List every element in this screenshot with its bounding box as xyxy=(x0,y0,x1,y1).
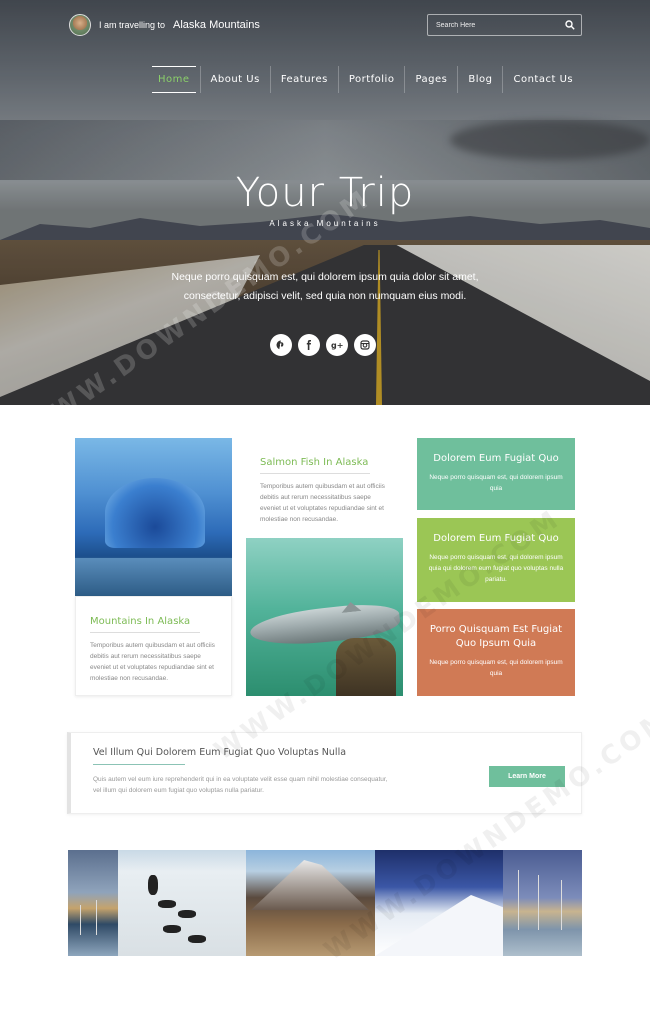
gallery-image-sled-dogs[interactable] xyxy=(118,850,246,956)
brand[interactable]: I am travelling to Alaska Mountains xyxy=(69,14,260,36)
feature-panel-3[interactable]: Porro Quisquam Est Fugiat Quo Ipsum Quia… xyxy=(417,609,575,696)
instagram-icon[interactable] xyxy=(354,334,376,356)
salmon-card: Salmon Fish In Alaska Temporibus autem q… xyxy=(246,438,403,538)
dog-shape xyxy=(158,900,176,908)
nav-item-contact-us[interactable]: Contact Us xyxy=(503,66,583,93)
brand-destination: Alaska Mountains xyxy=(173,19,260,31)
musher-shape xyxy=(148,875,158,895)
mountains-card-text: Temporibus autem quibusdam et aut offici… xyxy=(90,642,215,682)
feature-panel-title: Dolorem Eum Fugiat Quo xyxy=(433,453,559,464)
nav-item-features[interactable]: Features xyxy=(271,66,339,93)
hero-title: Your Trip xyxy=(235,170,415,216)
feature-panel-text: Neque porro quisquam est, qui dolorem ip… xyxy=(428,554,564,583)
mast xyxy=(80,905,81,935)
nav-item-portfolio[interactable]: Portfolio xyxy=(339,66,406,93)
mast xyxy=(518,870,519,930)
svg-text:g+: g+ xyxy=(331,341,343,350)
mast xyxy=(538,875,539,930)
cta-title: Vel Illum Qui Dolorem Eum Fugiat Quo Vol… xyxy=(93,747,347,758)
gallery-image-snow-climb[interactable] xyxy=(375,850,503,956)
main-nav: Home About Us Features Portfolio Pages B… xyxy=(148,66,583,93)
pinterest-icon[interactable] xyxy=(270,334,292,356)
hand-shape xyxy=(336,638,396,696)
nav-item-blog[interactable]: Blog xyxy=(458,66,504,93)
gallery xyxy=(68,850,582,956)
mountains-card: Mountains In Alaska Temporibus autem qui… xyxy=(75,596,232,696)
mountains-card-title[interactable]: Mountains In Alaska xyxy=(90,616,200,633)
snow-slope xyxy=(375,895,503,956)
gallery-image-volcano[interactable] xyxy=(246,850,375,956)
nav-item-pages[interactable]: Pages xyxy=(405,66,459,93)
search-input[interactable] xyxy=(434,20,554,30)
feature-panel-text: Neque porro quisquam est, qui dolorem ip… xyxy=(429,659,563,677)
hero-banner: I am travelling to Alaska Mountains Home… xyxy=(0,0,650,405)
search-box xyxy=(427,14,582,36)
salmon-image xyxy=(246,538,403,696)
google-plus-icon[interactable]: g+ xyxy=(326,334,348,356)
dog-shape xyxy=(163,925,181,933)
feature-panel-title: Dolorem Eum Fugiat Quo xyxy=(433,533,559,544)
search-icon[interactable] xyxy=(565,20,575,30)
gallery-image-harbor[interactable] xyxy=(68,850,118,956)
feature-panel-2[interactable]: Dolorem Eum Fugiat Quo Neque porro quisq… xyxy=(417,518,575,602)
salmon-card-text: Temporibus autem quibusdam et aut offici… xyxy=(260,483,385,523)
social-links: g+ xyxy=(270,334,376,356)
dog-shape xyxy=(178,910,196,918)
gallery-image-marina[interactable] xyxy=(503,850,582,956)
salmon-card-title[interactable]: Salmon Fish In Alaska xyxy=(260,457,370,474)
cta-text: Quis autem vel eum iure reprehenderit qu… xyxy=(93,776,388,794)
cta-divider xyxy=(93,764,185,765)
feature-panel-1[interactable]: Dolorem Eum Fugiat Quo Neque porro quisq… xyxy=(417,438,575,510)
brand-prefix: I am travelling to xyxy=(99,20,166,30)
mast xyxy=(96,900,97,935)
avatar xyxy=(69,14,91,36)
volcano-shape xyxy=(251,860,369,910)
facebook-icon[interactable] xyxy=(298,334,320,356)
dog-shape xyxy=(188,935,206,943)
cta-box: Vel Illum Qui Dolorem Eum Fugiat Quo Vol… xyxy=(67,732,582,814)
nav-item-home[interactable]: Home xyxy=(148,66,201,93)
hero-text: Neque porro quisquam est, qui dolorem ip… xyxy=(171,271,479,302)
mast xyxy=(561,880,562,930)
learn-more-button[interactable]: Learn More xyxy=(489,766,565,787)
nav-item-about-us[interactable]: About Us xyxy=(201,66,271,93)
ice-cave-image xyxy=(75,438,232,596)
feature-panel-text: Neque porro quisquam est, qui dolorem ip… xyxy=(429,474,563,492)
hero-subtitle: Alaska Mountains xyxy=(269,219,381,228)
feature-panel-title: Porro Quisquam Est Fugiat Quo Ipsum Quia xyxy=(429,624,563,649)
